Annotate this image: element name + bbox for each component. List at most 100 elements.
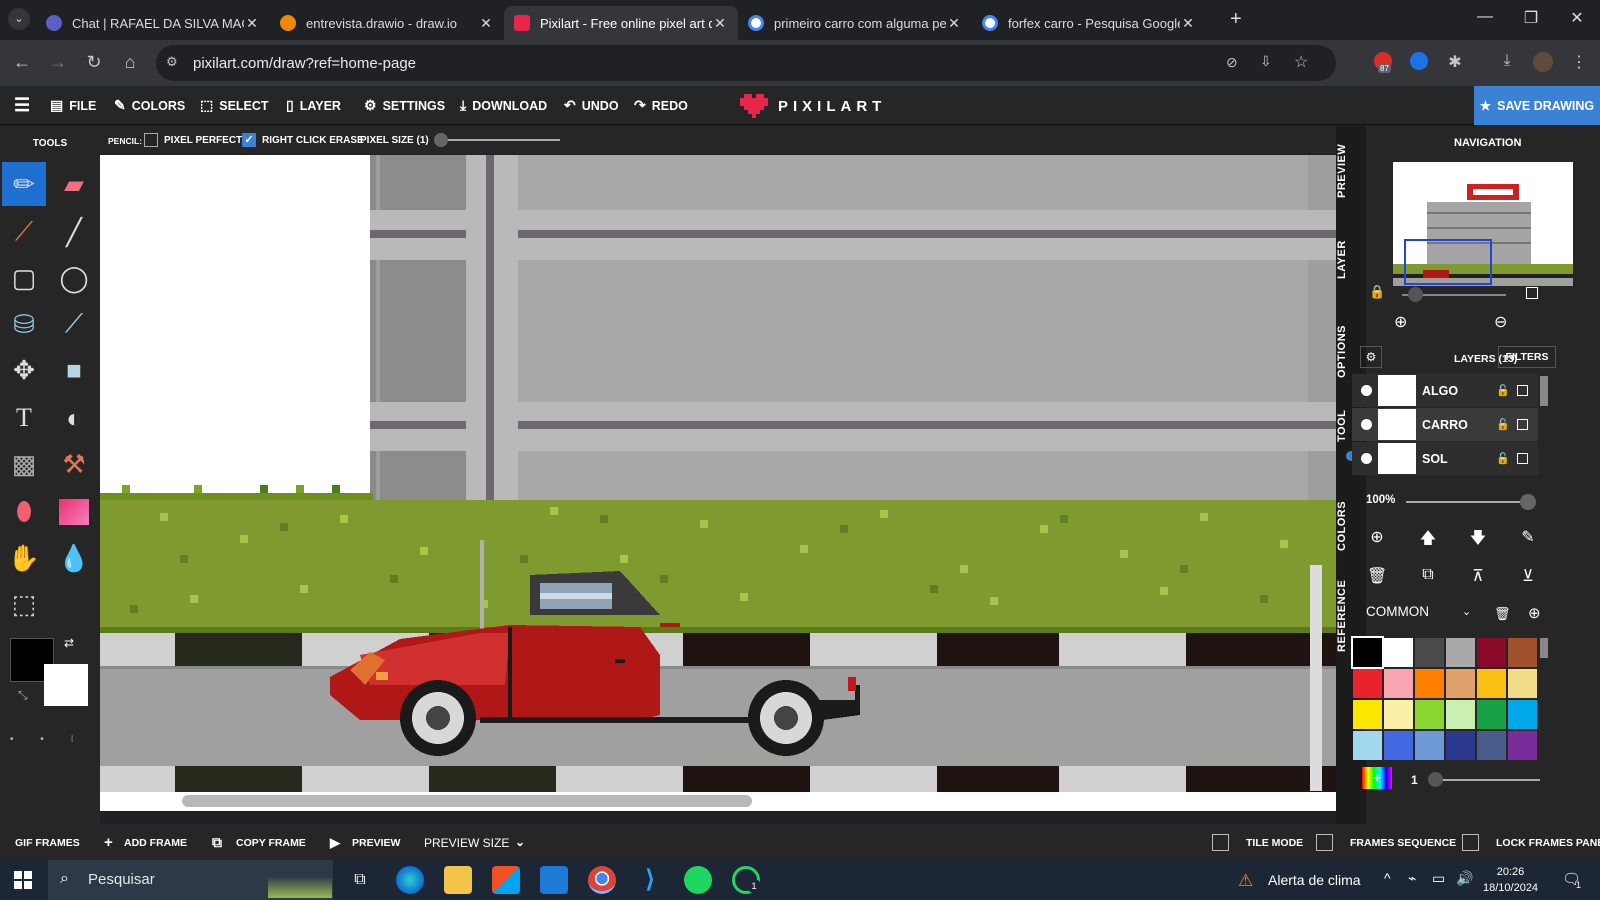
palette-color-swatch[interactable] — [1446, 731, 1475, 760]
display-icon[interactable]: ▭ — [1432, 870, 1445, 887]
pixel-size-slider-thumb[interactable] — [434, 133, 448, 147]
nav-lock-icon[interactable]: 🔒 — [1369, 284, 1385, 300]
line-tool-icon[interactable]: ╱ — [52, 210, 96, 254]
edit-layer-icon[interactable]: ✎ — [1518, 527, 1538, 547]
tile-mode-checkbox[interactable] — [1212, 834, 1229, 851]
nav-zoom-slider-thumb[interactable] — [1408, 287, 1423, 302]
back-icon[interactable]: ← — [10, 52, 34, 73]
shape-fill-tool-icon[interactable]: ■ — [52, 348, 96, 392]
layer-opacity-slider-thumb[interactable] — [1520, 494, 1536, 510]
palette-color-swatch[interactable] — [1353, 731, 1382, 760]
vscode-icon[interactable]: ⟩ — [636, 866, 664, 894]
secondary-color-swatch[interactable] — [44, 664, 88, 706]
copy-frame-label[interactable]: COPY FRAME — [236, 837, 306, 849]
move-layer-up-icon[interactable]: 🡅 — [1418, 527, 1438, 554]
minimize-icon[interactable]: — — [1462, 8, 1508, 26]
site-info-icon[interactable]: ⚙ — [166, 54, 178, 70]
palette-color-swatch[interactable] — [1508, 700, 1537, 729]
palette-color-swatch[interactable] — [1415, 638, 1444, 667]
windows-start-icon[interactable] — [14, 871, 32, 889]
close-tab-icon[interactable]: ✕ — [1180, 15, 1196, 32]
bucket-fill-tool-icon[interactable]: ⛁ — [2, 302, 46, 346]
menu-redo[interactable]: ↷ REDO — [634, 97, 688, 114]
duplicate-layer-icon[interactable]: ⧉ — [1418, 566, 1438, 584]
extensions-puzzle-icon[interactable]: ✱ — [1444, 52, 1466, 74]
brush-tool-icon[interactable]: ⟋ — [2, 210, 46, 254]
frames-sequence-checkbox[interactable] — [1316, 834, 1333, 851]
hamburger-menu-icon[interactable]: ☰ — [14, 95, 30, 116]
crop-select-tool-icon[interactable]: ⬚ — [2, 582, 46, 626]
bookmark-star-icon[interactable]: ☆ — [1294, 52, 1308, 72]
palette-color-swatch[interactable] — [1508, 638, 1537, 667]
layer-select-checkbox[interactable] — [1517, 419, 1528, 430]
system-clock[interactable]: 20:26 18/10/2024 — [1483, 864, 1538, 896]
swap-colors-icon[interactable]: ⇄ — [64, 636, 74, 650]
weather-alert-icon[interactable]: ⚠ — [1238, 871, 1253, 891]
merge-down-icon[interactable]: ⊻ — [1518, 566, 1538, 586]
preview-label[interactable]: PREVIEW — [352, 837, 400, 849]
hand-tool-icon[interactable]: ✋ — [2, 536, 46, 580]
gradient-tool-icon[interactable] — [52, 490, 96, 534]
save-drawing-button[interactable]: ★ SAVE DRAWING — [1474, 86, 1600, 125]
menu-download[interactable]: ⤓ DOWNLOAD — [460, 97, 547, 114]
browser-tab-chat[interactable]: Chat | RAFAEL DA SILVA MACHADO ✕ — [36, 6, 270, 40]
drawing-canvas[interactable] — [100, 155, 1336, 811]
layer-lock-icon[interactable]: 🔓 — [1496, 384, 1510, 397]
file-explorer-icon[interactable] — [444, 866, 472, 894]
no-tracking-icon[interactable]: ⊘ — [1226, 54, 1238, 71]
palette-color-swatch[interactable] — [1351, 636, 1384, 669]
palette-color-swatch[interactable] — [1384, 700, 1413, 729]
move-tool-icon[interactable]: ✥ — [2, 348, 46, 392]
downloads-icon[interactable]: ⤓ — [1496, 52, 1518, 74]
preview-size-label[interactable]: PREVIEW SIZE — [424, 836, 509, 850]
add-palette-icon[interactable]: ⊕ — [1528, 604, 1541, 622]
palette-color-swatch[interactable] — [1477, 638, 1506, 667]
side-tab-colors[interactable]: COLORS — [1336, 496, 1366, 556]
browser-tab-google-1[interactable]: primeiro carro com alguma pelicula ✕ — [738, 6, 972, 40]
stamp-tool-icon[interactable]: ⚒ — [52, 442, 96, 486]
navigation-preview[interactable] — [1393, 162, 1573, 286]
nav-fit-checkbox[interactable] — [1526, 287, 1538, 299]
taskbar-search-box[interactable]: ⌕ Pesquisar — [48, 860, 333, 900]
palette-scrollbar[interactable] — [1540, 638, 1548, 658]
layer-visibility-icon[interactable] — [1361, 385, 1372, 396]
show-hidden-icons-chevron[interactable]: ^ — [1384, 870, 1391, 886]
menu-layer[interactable]: ▯ LAYER — [286, 97, 341, 114]
eyedropper-tool-icon[interactable]: ⟋ — [52, 302, 96, 346]
rectangle-tool-icon[interactable]: ▢ — [2, 256, 46, 300]
palette-color-swatch[interactable] — [1415, 731, 1444, 760]
text-tool-icon[interactable]: T — [2, 396, 46, 440]
side-tab-preview[interactable]: PREVIEW — [1336, 136, 1366, 206]
profile-avatar[interactable] — [1532, 52, 1554, 74]
play-preview-icon[interactable]: ▶ — [330, 835, 340, 851]
palette-color-swatch[interactable] — [1446, 638, 1475, 667]
pixel-size-slider-track[interactable] — [440, 139, 560, 141]
brush-size-slider-track[interactable] — [1430, 779, 1540, 781]
layers-scrollbar[interactable] — [1540, 376, 1548, 406]
new-tab-button[interactable]: + — [1230, 8, 1242, 31]
ellipse-tool-icon[interactable]: ◯ — [52, 256, 96, 300]
palette-color-swatch[interactable] — [1446, 700, 1475, 729]
browser-menu-icon[interactable]: ⋮ — [1568, 52, 1590, 74]
merge-up-icon[interactable]: ⊼ — [1468, 566, 1488, 586]
chevron-down-icon[interactable]: ⌄ — [515, 835, 525, 849]
close-tab-icon[interactable]: ✕ — [478, 15, 494, 32]
edge-icon[interactable] — [396, 866, 424, 894]
delete-layer-icon[interactable]: 🗑 — [1367, 566, 1387, 586]
install-app-icon[interactable]: ⇩ — [1260, 53, 1272, 70]
palette-color-swatch[interactable] — [1508, 731, 1537, 760]
pixel-perfect-checkbox[interactable] — [144, 133, 158, 147]
right-click-erase-checkbox[interactable]: ✓ — [242, 133, 256, 147]
layer-opacity-slider-track[interactable] — [1406, 501, 1528, 503]
palette-color-swatch[interactable] — [1384, 638, 1413, 667]
extension-red-icon[interactable]: 87 — [1372, 52, 1394, 74]
layer-select-checkbox[interactable] — [1517, 385, 1528, 396]
color-replace-tool-icon[interactable]: ⬮ — [2, 490, 46, 534]
home-icon[interactable]: ⌂ — [118, 52, 142, 73]
palette-color-swatch[interactable] — [1446, 669, 1475, 698]
move-layer-down-icon[interactable]: 🡇 — [1468, 527, 1488, 554]
add-frame-label[interactable]: ADD FRAME — [124, 837, 187, 849]
restore-icon[interactable]: ❐ — [1508, 8, 1554, 28]
palette-color-swatch[interactable] — [1353, 700, 1382, 729]
add-frame-button[interactable]: + — [104, 834, 113, 851]
